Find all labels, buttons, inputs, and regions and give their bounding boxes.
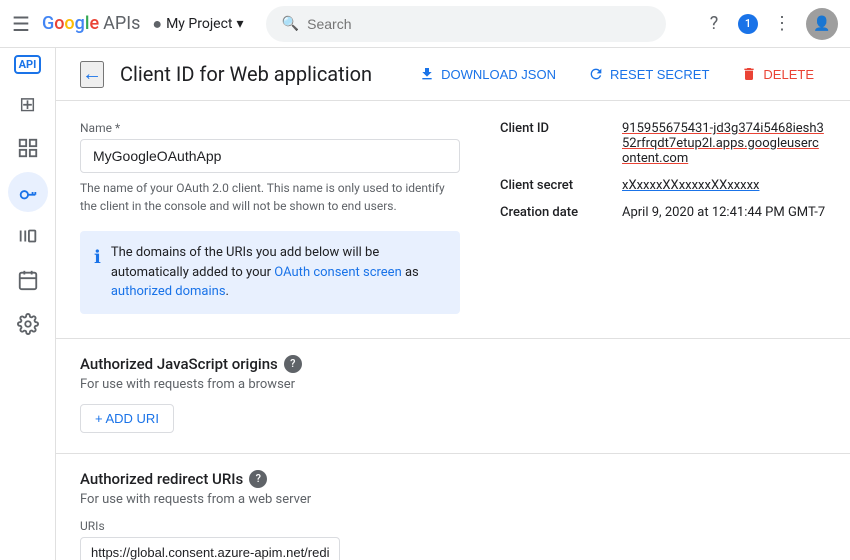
page-title: Client ID for Web application — [120, 62, 391, 86]
logo-apis-text: APIs — [103, 13, 140, 34]
creation-date-label: Creation date — [500, 205, 610, 220]
more-options-button[interactable]: ⋮ — [766, 8, 798, 40]
logo: Google APIs — [42, 13, 140, 34]
info-text-middle: as — [402, 265, 419, 280]
redirect-uris-section: Authorized redirect URIs ? For use with … — [56, 470, 850, 560]
add-uri-button[interactable]: + ADD URI — [80, 404, 174, 433]
sidebar-item-credentials[interactable] — [8, 172, 48, 212]
info-text-after: . — [226, 284, 229, 299]
js-origins-section: Authorized JavaScript origins ? For use … — [56, 355, 850, 449]
main-layout: API ⊞ ← Client ID for Web application — [0, 48, 850, 560]
js-origins-title-text: Authorized JavaScript origins — [80, 355, 278, 373]
form-left: Name * The name of your OAuth 2.0 client… — [80, 121, 460, 314]
back-button[interactable]: ← — [80, 61, 104, 88]
notification-badge[interactable]: 1 — [738, 14, 758, 34]
sidebar-item-settings[interactable] — [8, 304, 48, 344]
form-area: Name * The name of your OAuth 2.0 client… — [56, 101, 850, 334]
avatar[interactable]: 👤 — [806, 8, 838, 40]
client-id-value: 915955675431-jd3g374i5468iesh352rfrqdt7e… — [622, 121, 826, 166]
redirect-uris-help-icon[interactable]: ? — [249, 470, 267, 488]
navbar: ☰ Google APIs ● My Project ▾ 🔍 ? 1 ⋮ 👤 — [0, 0, 850, 48]
name-input[interactable] — [80, 139, 460, 173]
navbar-icons: ? 1 ⋮ 👤 — [698, 8, 838, 40]
redirect-uris-title: Authorized redirect URIs ? — [80, 470, 826, 488]
client-id-row: Client ID 915955675431-jd3g374i5468iesh3… — [500, 121, 826, 166]
delete-button[interactable]: DELETE — [729, 60, 826, 88]
uri-input[interactable] — [80, 537, 340, 560]
help-button[interactable]: ? — [698, 8, 730, 40]
search-bar[interactable]: 🔍 — [266, 6, 666, 42]
divider-1 — [56, 338, 850, 339]
uris-label: URIs — [80, 519, 826, 533]
creation-date-value: April 9, 2020 at 12:41:44 PM GMT-7 — [622, 205, 825, 220]
name-field-label: Name * — [80, 121, 460, 135]
sidebar: API ⊞ — [0, 48, 56, 560]
content-area: ← Client ID for Web application DOWNLOAD… — [56, 48, 850, 560]
info-box: ℹ The domains of the URIs you add below … — [80, 231, 460, 314]
download-label: DOWNLOAD JSON — [441, 67, 556, 82]
reset-label: RESET SECRET — [610, 67, 709, 82]
sidebar-item-home[interactable]: ⊞ — [8, 84, 48, 124]
js-origins-help-icon[interactable]: ? — [284, 355, 302, 373]
search-input[interactable] — [307, 16, 650, 32]
creation-date-row: Creation date April 9, 2020 at 12:41:44 … — [500, 205, 826, 220]
reset-secret-button[interactable]: RESET SECRET — [576, 60, 721, 88]
oauth-consent-link[interactable]: OAuth consent screen — [274, 265, 401, 280]
js-origins-title: Authorized JavaScript origins ? — [80, 355, 826, 373]
client-secret-value: xXxxxxXXxxxxxXXxxxxx — [622, 178, 760, 193]
info-box-text: The domains of the URIs you add below wi… — [111, 243, 446, 302]
info-icon: ℹ — [94, 244, 101, 302]
search-icon: 🔍 — [282, 16, 299, 32]
project-name: My Project — [166, 16, 232, 32]
header-actions: DOWNLOAD JSON RESET SECRET DELETE — [407, 60, 826, 88]
project-selector[interactable]: ● My Project ▾ — [152, 14, 243, 34]
client-secret-label: Client secret — [500, 178, 610, 193]
download-json-button[interactable]: DOWNLOAD JSON — [407, 60, 568, 88]
sidebar-item-dashboard[interactable] — [8, 128, 48, 168]
sidebar-item-calendar[interactable] — [8, 260, 48, 300]
api-sidebar-label: API — [14, 55, 42, 74]
delete-label: DELETE — [763, 67, 814, 82]
add-uri-label: + ADD URI — [95, 411, 159, 426]
project-chevron: ▾ — [237, 16, 244, 32]
menu-icon[interactable]: ☰ — [12, 12, 30, 36]
form-right: Client ID 915955675431-jd3g374i5468iesh3… — [500, 121, 826, 314]
js-origins-subtitle: For use with requests from a browser — [80, 377, 826, 392]
sidebar-item-library[interactable] — [8, 216, 48, 256]
divider-2 — [56, 453, 850, 454]
client-secret-row: Client secret xXxxxxXXxxxxxXXxxxxx — [500, 178, 826, 193]
redirect-uris-subtitle: For use with requests from a web server — [80, 492, 826, 507]
name-help-text: The name of your OAuth 2.0 client. This … — [80, 179, 460, 215]
authorized-domains-link[interactable]: authorized domains — [111, 284, 226, 299]
page-header: ← Client ID for Web application DOWNLOAD… — [56, 48, 850, 101]
redirect-uris-title-text: Authorized redirect URIs — [80, 470, 243, 488]
client-id-label: Client ID — [500, 121, 610, 136]
